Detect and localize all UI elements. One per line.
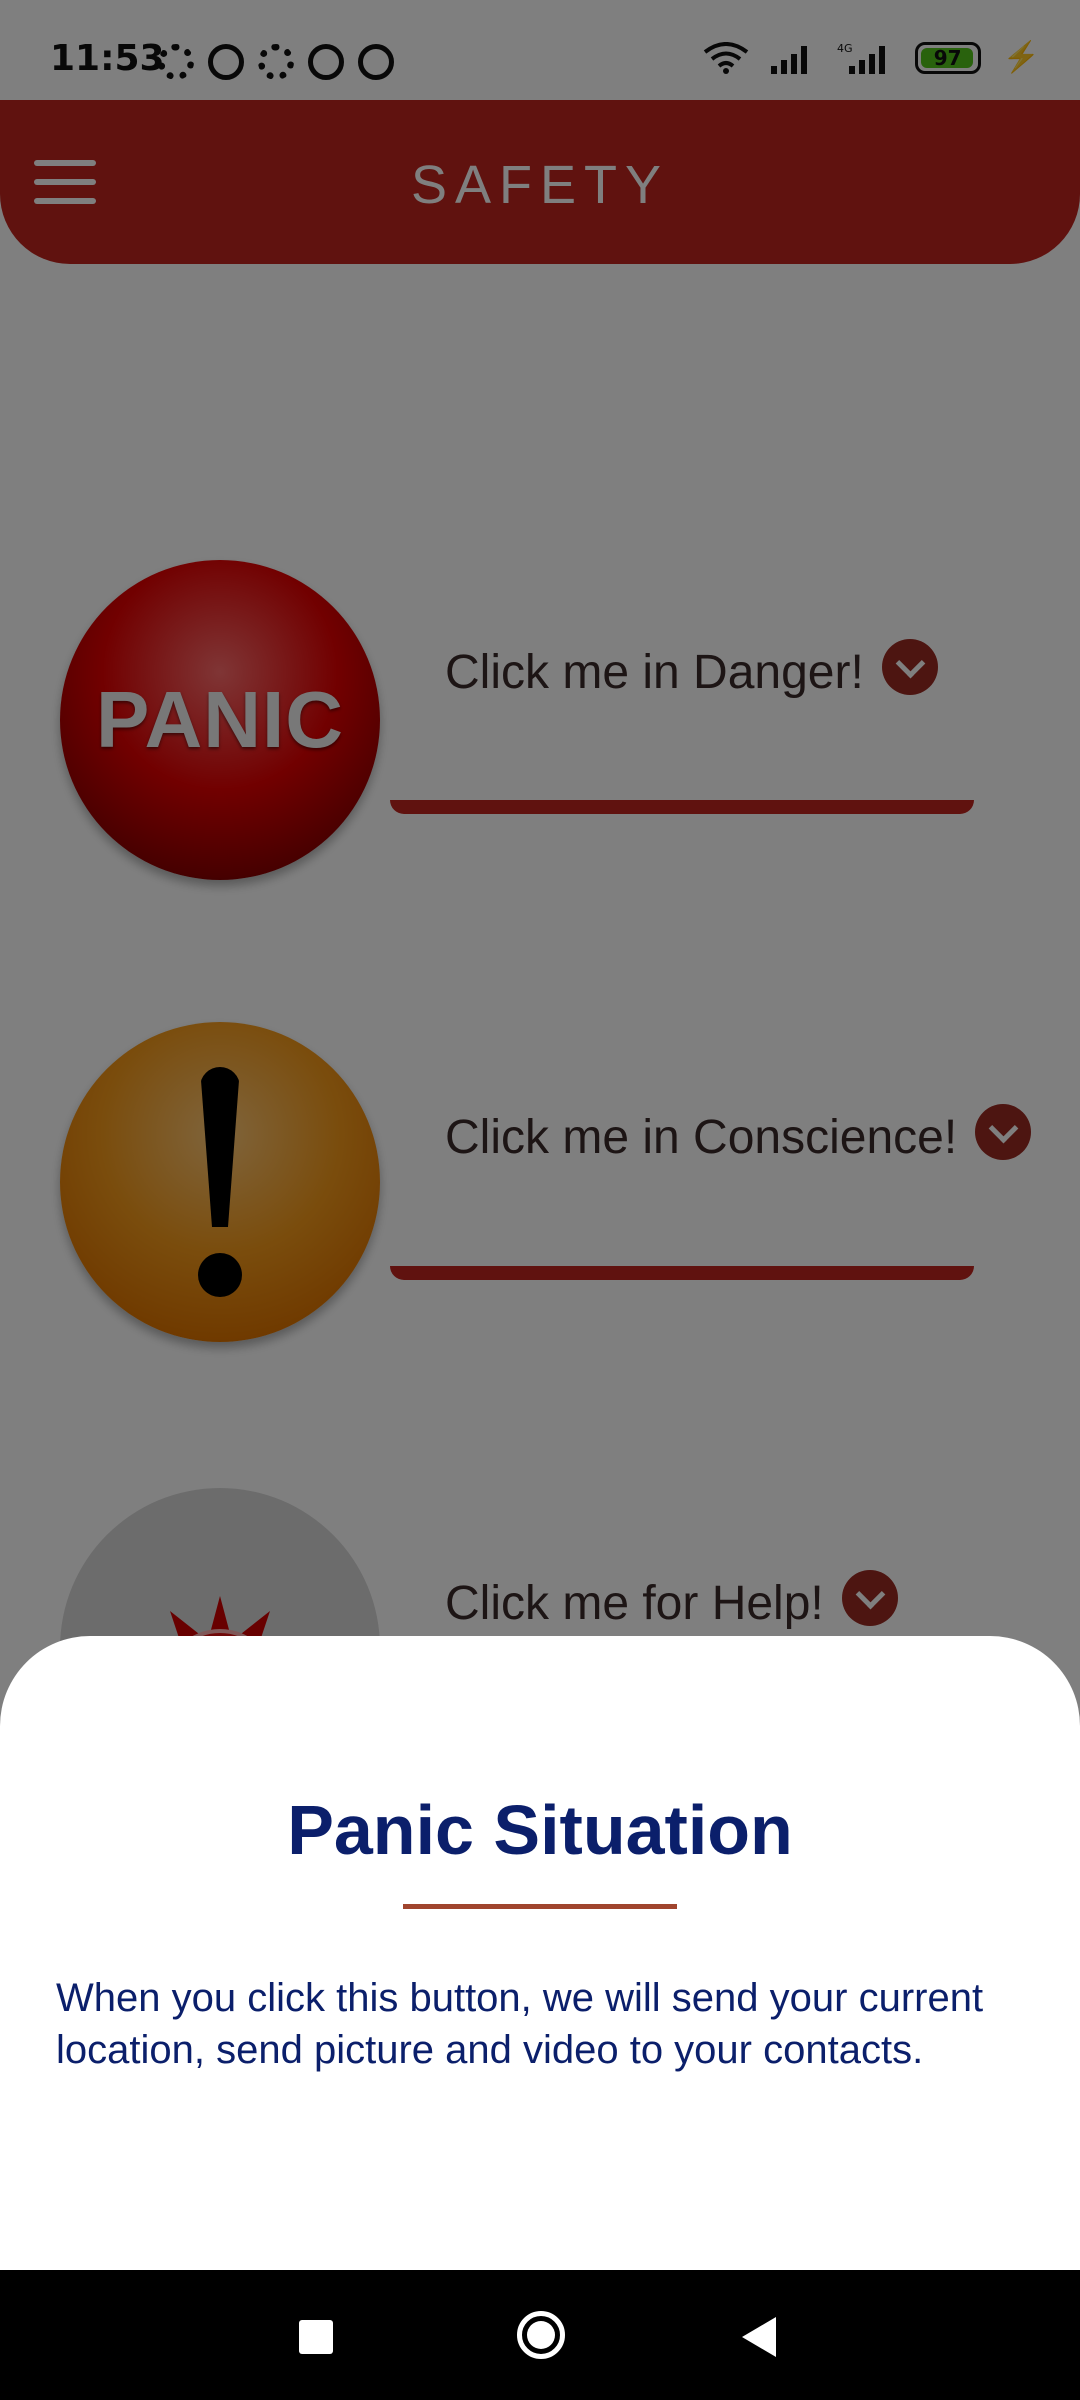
recents-icon[interactable] [299,2320,333,2354]
system-nav-bar [0,2270,1080,2400]
home-icon[interactable] [517,2311,565,2359]
back-icon[interactable] [742,2317,776,2357]
sheet-divider [403,1904,677,1909]
bottom-sheet: Panic Situation When you click this butt… [0,1636,1080,2270]
sheet-description: When you click this button, we will send… [56,1976,984,2072]
sheet-title: Panic Situation [287,1791,793,1869]
